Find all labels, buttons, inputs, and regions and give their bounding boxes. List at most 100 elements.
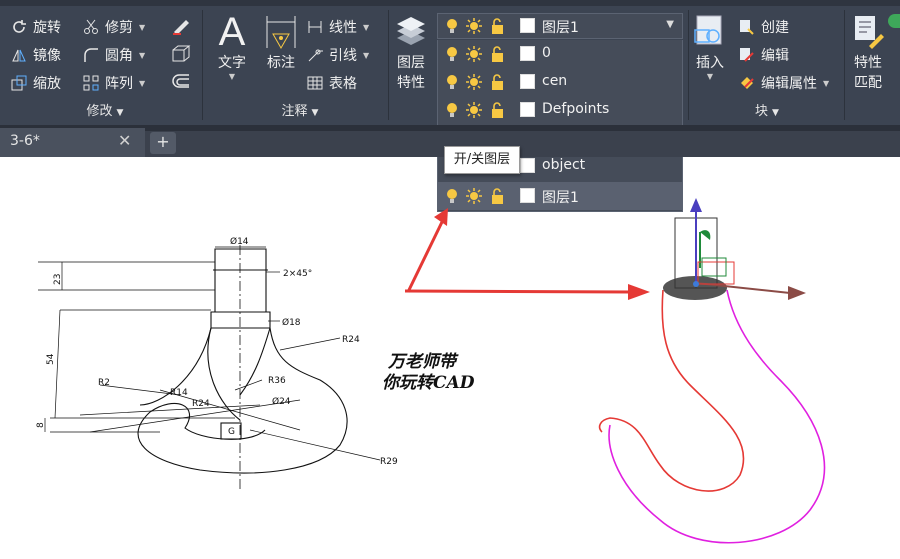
- rotate-label: 旋转: [33, 20, 61, 36]
- insert-block-icon: [694, 15, 722, 45]
- dim-r24b: R24: [192, 399, 210, 409]
- block-panel-footer[interactable]: 块 ▼: [692, 100, 842, 124]
- group-icon[interactable]: [888, 14, 900, 28]
- layer-color-swatch[interactable]: [520, 18, 535, 33]
- edit-block-button[interactable]: 编辑: [738, 44, 789, 66]
- copy-3d-icon[interactable]: [170, 44, 192, 68]
- create-block-button[interactable]: 创建: [738, 16, 789, 38]
- edit-block-label: 编辑: [761, 48, 789, 64]
- chevron-down-icon[interactable]: ▼: [823, 79, 829, 88]
- modify-panel-title: 修改: [86, 104, 113, 119]
- table-icon: [306, 74, 324, 92]
- edit-block-icon: [738, 46, 756, 64]
- layer-color-swatch[interactable]: [520, 74, 535, 89]
- sun-thawed-icon: [466, 18, 482, 34]
- red-arrow-to-model: [404, 284, 650, 300]
- panel-divider: [202, 10, 203, 120]
- chevron-down-icon[interactable]: ▼: [363, 51, 369, 60]
- linear-label: 线性: [329, 20, 357, 36]
- gizmo-y-arrow: [700, 230, 711, 240]
- insert-button[interactable]: 插入 ▼: [692, 12, 728, 81]
- gizmo-x-arrow: [788, 286, 806, 300]
- array-button[interactable]: 阵列 ▼: [82, 72, 145, 94]
- fillet-icon: [82, 46, 100, 64]
- edit-attribute-icon: [738, 74, 756, 92]
- chevron-down-icon[interactable]: ▼: [666, 19, 674, 30]
- layer-color-swatch[interactable]: [520, 102, 535, 117]
- layer-dropdown[interactable]: 图层1 ▼: [437, 13, 683, 39]
- trim-label: 修剪: [105, 20, 133, 36]
- annotation-panel-footer[interactable]: 注释 ▼: [212, 100, 388, 124]
- dimension-button[interactable]: 标注: [260, 12, 302, 72]
- layer-color-swatch[interactable]: [520, 46, 535, 61]
- chevron-down-icon[interactable]: ▼: [363, 23, 369, 32]
- mirror-button[interactable]: 镜像: [10, 44, 61, 66]
- rotate-button[interactable]: 旋转: [10, 16, 61, 38]
- match-properties-label-1: 特性: [854, 55, 882, 71]
- mirror-label: 镜像: [33, 48, 61, 64]
- chevron-down-icon[interactable]: ▼: [139, 79, 145, 88]
- current-layer-name: 图层1: [542, 20, 579, 36]
- dimension-label: 标注: [267, 55, 295, 71]
- scale-icon: [10, 74, 28, 92]
- chevron-down-icon[interactable]: ▼: [139, 23, 145, 32]
- linear-dim-button[interactable]: 线性 ▼: [306, 16, 369, 38]
- dim-r2: R2: [98, 378, 110, 388]
- panel-divider: [388, 10, 389, 120]
- dim-r29: R29: [380, 457, 398, 467]
- match-properties-button[interactable]: 特性 匹配: [846, 12, 890, 92]
- leader-button[interactable]: 引线 ▼: [306, 44, 369, 66]
- trim-button[interactable]: 修剪 ▼: [82, 16, 145, 38]
- chevron-down-icon[interactable]: ▼: [139, 51, 145, 60]
- caption-line-2: 你玩转CAD: [382, 373, 475, 393]
- match-properties-label-2: 匹配: [854, 75, 882, 91]
- layer-state-icons[interactable]: [444, 101, 514, 119]
- edit-attribute-button[interactable]: 编辑属性 ▼: [738, 72, 829, 94]
- dim-d24: Ø24: [272, 396, 291, 407]
- layer-state-icons[interactable]: [444, 45, 514, 63]
- close-icon[interactable]: ✕: [118, 131, 131, 150]
- layer-properties-label-2: 特性: [397, 75, 425, 91]
- dim-g: G: [228, 427, 235, 437]
- create-block-icon: [738, 18, 756, 36]
- block-panel-title: 块: [755, 104, 769, 119]
- table-label: 表格: [329, 76, 357, 92]
- fillet-button[interactable]: 圆角 ▼: [82, 44, 145, 66]
- dim-v8: 8: [36, 422, 46, 428]
- ribbon-top-strip: [0, 0, 900, 6]
- dim-r24a: R24: [342, 335, 360, 345]
- layer-row-cen[interactable]: cen: [438, 68, 682, 96]
- document-tab-label: 3-6*: [10, 133, 40, 149]
- dimension-icon: [266, 16, 296, 50]
- bulb-on-icon: [447, 19, 457, 33]
- dim-d14: Ø14: [230, 236, 249, 247]
- panel-divider: [688, 10, 689, 120]
- text-button[interactable]: A 文字 ▼: [212, 12, 252, 81]
- edit-attribute-label: 编辑属性: [761, 76, 817, 92]
- offset-icon[interactable]: [170, 72, 192, 96]
- layer-row-defpoints[interactable]: Defpoints: [438, 96, 682, 124]
- array-label: 阵列: [105, 76, 133, 92]
- new-tab-button[interactable]: +: [150, 132, 176, 154]
- layer-state-icons: [447, 18, 503, 34]
- layer-properties-label-1: 图层: [397, 55, 425, 71]
- panel-divider: [844, 10, 845, 120]
- layer-properties-button[interactable]: 图层 特性: [392, 12, 430, 92]
- red-arrow-to-dropdown: [406, 208, 448, 293]
- modify-panel-footer[interactable]: 修改 ▼: [20, 100, 190, 124]
- leader-icon: [306, 46, 324, 64]
- leader-label: 引线: [329, 48, 357, 64]
- dim-v54: 54: [46, 353, 56, 365]
- dim-v23: 23: [53, 274, 63, 285]
- layer-state-icons[interactable]: [444, 73, 514, 91]
- hook-3d-model[interactable]: [598, 198, 826, 544]
- insert-label: 插入: [696, 55, 724, 71]
- gizmo-z-arrow: [690, 198, 702, 212]
- table-button[interactable]: 表格: [306, 72, 357, 94]
- gizmo-origin: [693, 281, 699, 287]
- erase-icon[interactable]: [170, 16, 192, 40]
- layer-row-0[interactable]: 0: [438, 40, 682, 68]
- scale-button[interactable]: 缩放: [10, 72, 61, 94]
- text-a-icon: A: [218, 10, 246, 54]
- drawing-canvas[interactable]: Ø14 2×45° Ø18 R24 R36 R2 R14 R24 Ø24 R29…: [0, 157, 900, 559]
